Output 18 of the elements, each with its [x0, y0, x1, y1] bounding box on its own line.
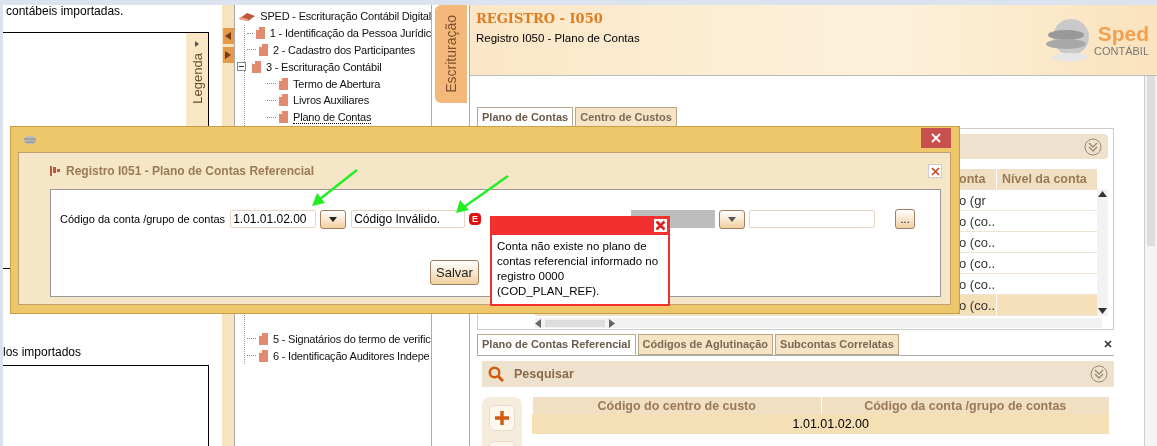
page-title: REGISTRO - I050: [476, 11, 604, 26]
error-message: Conta não existe no plano de contas referencial informado no registro 0000 (COD_PLAN_REF).: [496, 239, 660, 299]
table-cell-text: o (co...: [959, 276, 996, 294]
table-cell-text: o (co...: [959, 213, 996, 231]
table-cell-text: o (co...: [959, 234, 996, 252]
search-title: Pesquisar: [514, 367, 575, 381]
logo-subtext: CONTÁBIL: [1094, 45, 1149, 57]
table-cell: 1.01.01.02.00: [792, 417, 869, 431]
table-cell-text: o (co...: [959, 255, 996, 273]
field-label: Código da conta /grupo de contas: [60, 213, 226, 225]
error-badge: E: [469, 213, 482, 225]
panel-text: los importados: [3, 345, 83, 361]
dialog-title: Registro I051 - Plano de Contas Referencial: [66, 164, 316, 178]
logo-text: Sped: [1097, 23, 1149, 45]
page-subtitle: Registro I050 - Plano de Contas: [476, 32, 640, 44]
table-cell-text: o (co...: [959, 297, 996, 315]
table-cell-text: o (gr: [959, 192, 987, 210]
panel-text: contábeis importadas.: [5, 5, 125, 20]
